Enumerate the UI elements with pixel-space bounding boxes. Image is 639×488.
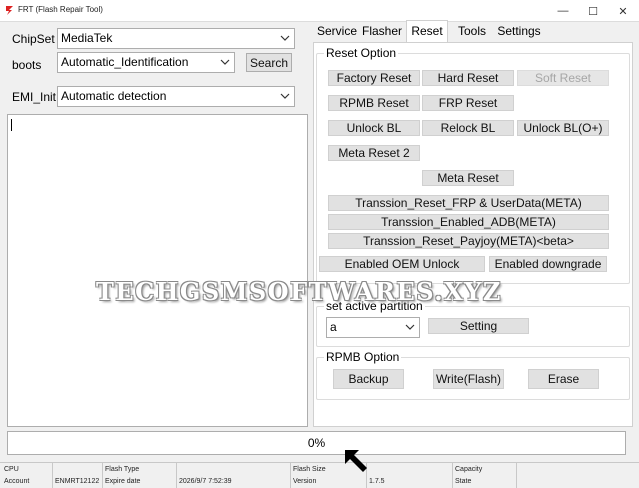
capacity-label: Capacity bbox=[455, 466, 483, 473]
tab-service[interactable]: Service bbox=[314, 22, 360, 42]
title-bar: FRT (Flash Repair Tool) — ☐ ✕ bbox=[0, 0, 639, 22]
window-title: FRT (Flash Repair Tool) bbox=[18, 5, 103, 14]
status-divider bbox=[176, 463, 177, 488]
state-label: State bbox=[455, 478, 472, 485]
chipset-label: ChipSet bbox=[12, 32, 55, 46]
unlock-bl-button[interactable]: Unlock BL bbox=[328, 120, 420, 136]
transsion-reset-payjoy-button[interactable]: Transsion_Reset_Payjoy(META)<beta> bbox=[328, 233, 609, 249]
tab-reset[interactable]: Reset bbox=[406, 20, 448, 43]
rpmb-reset-button[interactable]: RPMB Reset bbox=[328, 95, 420, 111]
enabled-downgrade-button[interactable]: Enabled downgrade bbox=[489, 256, 607, 272]
factory-reset-button[interactable]: Factory Reset bbox=[328, 70, 420, 86]
emi-init-label: EMI_Init bbox=[12, 90, 57, 104]
chevron-down-icon bbox=[280, 93, 290, 99]
account-value: ENMRT12122 bbox=[55, 478, 100, 485]
emi-init-select[interactable]: Automatic detection bbox=[57, 86, 295, 107]
relock-bl-button[interactable]: Relock BL bbox=[422, 120, 514, 136]
search-button[interactable]: Search bbox=[246, 53, 292, 72]
text-caret bbox=[11, 119, 12, 131]
transsion-reset-frp-button[interactable]: Transsion_Reset_FRP & UserData(META) bbox=[328, 195, 609, 211]
unlock-bl-oplus-button[interactable]: Unlock BL(O+) bbox=[517, 120, 609, 136]
partition-value: a bbox=[330, 320, 337, 334]
expire-date-label: Expire date bbox=[105, 478, 141, 485]
flash-type-label: Flash Type bbox=[105, 466, 140, 473]
status-divider bbox=[290, 463, 291, 488]
reset-option-title: Reset Option bbox=[324, 46, 399, 60]
version-value: 1.7.5 bbox=[369, 478, 385, 485]
close-button[interactable]: ✕ bbox=[608, 0, 638, 22]
tab-settings[interactable]: Settings bbox=[494, 22, 544, 42]
account-label: Account bbox=[4, 478, 30, 485]
boots-label: boots bbox=[12, 58, 42, 72]
cpu-label: CPU bbox=[4, 466, 19, 473]
status-bar: CPU Account ENMRT12122 Flash Type Expire… bbox=[0, 462, 639, 488]
enabled-oem-unlock-button[interactable]: Enabled OEM Unlock bbox=[319, 256, 485, 272]
emi-init-value: Automatic detection bbox=[61, 89, 167, 103]
chipset-value: MediaTek bbox=[61, 31, 113, 45]
chevron-down-icon bbox=[280, 35, 290, 41]
chevron-down-icon bbox=[220, 59, 230, 65]
meta-reset-2-button[interactable]: Meta Reset 2 bbox=[328, 145, 420, 161]
expire-date-value: 2026/9/7 7:52:39 bbox=[179, 478, 232, 485]
boots-select[interactable]: Automatic_Identification bbox=[57, 52, 235, 73]
reset-option-group: Reset Option bbox=[316, 46, 630, 284]
log-textarea[interactable] bbox=[7, 114, 308, 427]
tab-tools[interactable]: Tools bbox=[452, 22, 492, 42]
partition-setting-button[interactable]: Setting bbox=[428, 318, 529, 334]
tab-flasher[interactable]: Flasher bbox=[360, 22, 404, 42]
chipset-select[interactable]: MediaTek bbox=[57, 28, 295, 49]
rpmb-write-button[interactable]: Write(Flash) bbox=[433, 369, 504, 389]
arrow-pointer-icon bbox=[345, 450, 367, 472]
progress-bar: 0% bbox=[7, 431, 626, 455]
watermark-text: TECHGSMSOFTWARES.XYZ bbox=[96, 277, 502, 306]
status-divider bbox=[452, 463, 453, 488]
rpmb-backup-button[interactable]: Backup bbox=[333, 369, 404, 389]
transsion-enabled-adb-button[interactable]: Transsion_Enabled_ADB(META) bbox=[328, 214, 609, 230]
rpmb-erase-button[interactable]: Erase bbox=[528, 369, 599, 389]
chevron-down-icon bbox=[405, 324, 415, 330]
soft-reset-button[interactable]: Soft Reset bbox=[517, 70, 609, 86]
status-divider bbox=[102, 463, 103, 488]
version-label: Version bbox=[293, 478, 317, 485]
rpmb-option-title: RPMB Option bbox=[324, 350, 402, 364]
meta-reset-button[interactable]: Meta Reset bbox=[422, 170, 514, 186]
status-divider bbox=[52, 463, 53, 488]
boots-value: Automatic_Identification bbox=[61, 55, 189, 69]
partition-select[interactable]: a bbox=[326, 317, 420, 338]
frp-reset-button[interactable]: FRP Reset bbox=[422, 95, 514, 111]
app-logo-icon bbox=[6, 6, 13, 15]
flash-size-label: Flash Size bbox=[293, 466, 326, 473]
hard-reset-button[interactable]: Hard Reset bbox=[422, 70, 514, 86]
progress-text: 0% bbox=[307, 436, 326, 450]
reset-tab-panel: Reset Option Factory Reset Hard Reset So… bbox=[313, 42, 633, 427]
status-divider bbox=[516, 463, 517, 488]
maximize-button[interactable]: ☐ bbox=[578, 0, 608, 22]
minimize-button[interactable]: — bbox=[548, 0, 578, 22]
